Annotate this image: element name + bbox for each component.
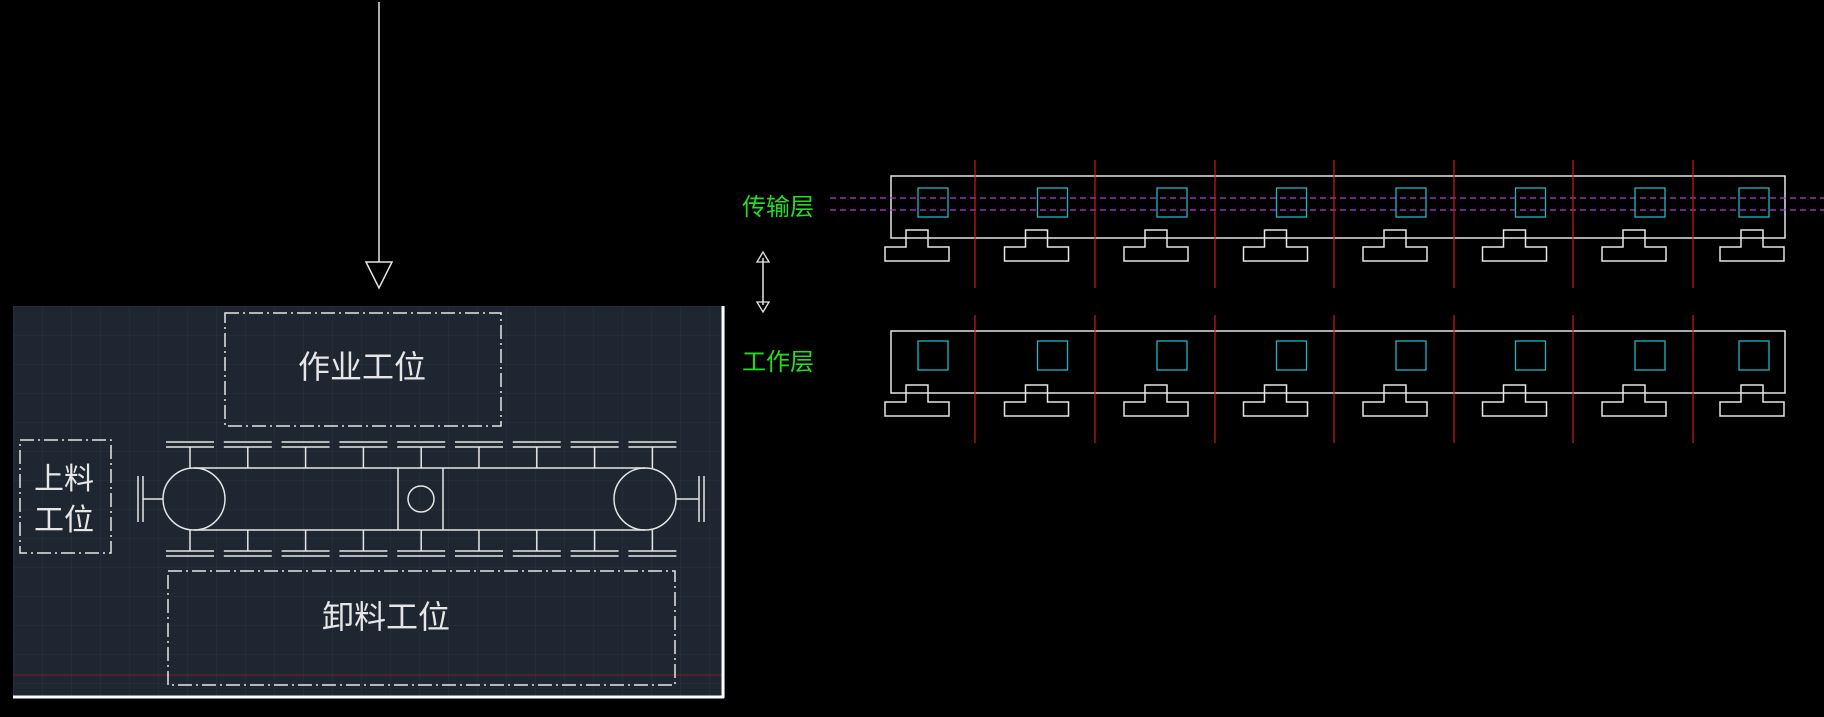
carrier-t-shape [1362,384,1428,417]
carrier-t-shape [884,229,950,262]
load-station-label-line2: 工位 [34,503,94,538]
transport-slot-square [1395,187,1427,218]
work-slot-square [1738,340,1770,371]
transport-layer-label: 传输层 [742,193,814,221]
work-slot-square [917,340,949,371]
carrier-t-shape [1003,384,1070,417]
work-slot-square [1514,340,1547,371]
transport-slot-square [1156,187,1188,218]
work-slot-square [1036,340,1069,371]
carrier-t-shape [1719,229,1785,262]
work-slot-square [1634,340,1666,371]
carrier-t-shape [1481,229,1548,262]
transport-slot-square [1738,187,1770,218]
carrier-t-shape [1719,384,1785,417]
down-arrow-icon [364,2,394,290]
work-slot-square [1275,340,1308,371]
work-slot-square [1156,340,1188,371]
cad-drawing-canvas[interactable]: 作业工位 上料 工位 卸料工位 传输层 工作层 [0,0,1824,717]
layer-diagram[interactable]: 传输层 工作层 [742,160,1824,443]
transport-layer-rail [830,175,1824,239]
transport-slot-square [1036,187,1069,218]
carrier-t-shape [1481,384,1548,417]
load-station-label-line1: 上料 [34,462,94,497]
unload-station-label: 卸料工位 [322,598,450,636]
carrier-t-shape [1601,384,1667,417]
carrier-t-shape [1123,229,1189,262]
transport-slot-square [1275,187,1308,218]
double-arrow-icon [755,250,771,314]
work-layer-rail [890,330,1786,394]
carrier-t-shape [1123,384,1189,417]
carrier-t-shape [1601,229,1667,262]
transport-slot-square [1514,187,1547,218]
transport-slot-square [1634,187,1666,218]
carrier-t-shape [1242,384,1309,417]
carrier-t-shape [1242,229,1309,262]
transport-slot-square [917,187,949,218]
work-slot-square [1395,340,1427,371]
carrier-t-shape [1362,229,1428,262]
carrier-t-shape [1003,229,1070,262]
work-layer-label: 工作层 [742,348,814,376]
work-station-label: 作业工位 [298,348,426,386]
carrier-t-shape [884,384,950,417]
